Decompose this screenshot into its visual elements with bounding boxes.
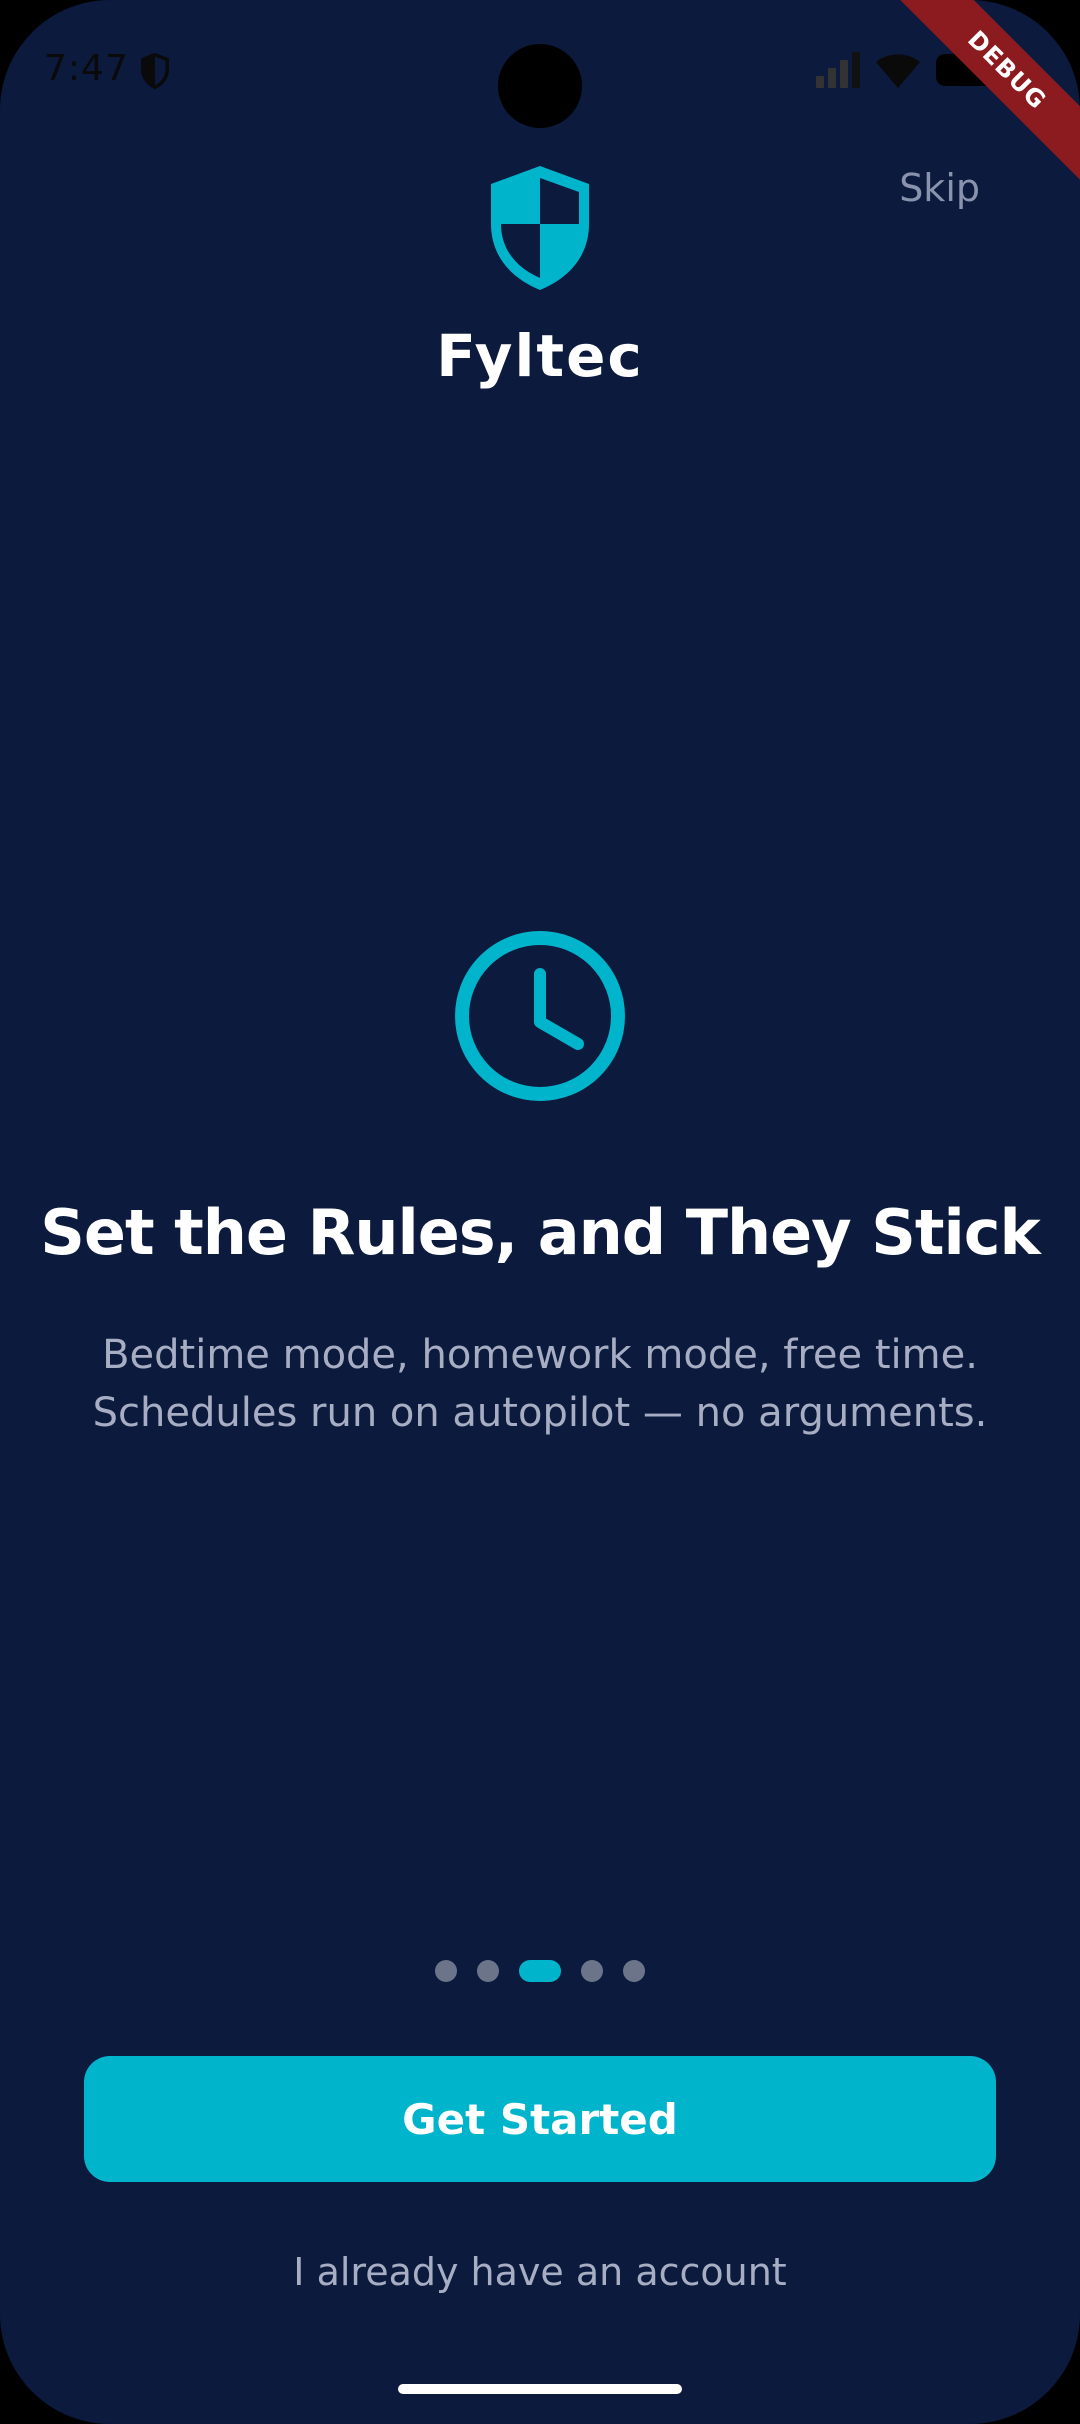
camera-cutout [498, 44, 582, 128]
pagination-dot[interactable] [435, 1960, 457, 1982]
pagination-dot[interactable] [477, 1960, 499, 1982]
brand-logo: Fyltec [0, 160, 1080, 390]
slide-title: Set the Rules, and They Stick [40, 1196, 1041, 1269]
pagination-dot[interactable] [623, 1960, 645, 1982]
existing-account-link[interactable]: I already have an account [0, 2250, 1080, 2294]
signal-icon [816, 52, 860, 88]
pagination-dot[interactable] [581, 1960, 603, 1982]
home-indicator[interactable] [398, 2384, 682, 2394]
shield-icon [141, 52, 169, 90]
slide-description: Bedtime mode, homework mode, free time. … [92, 1332, 988, 1436]
screen: 7:47 DEBUG Skip Fyltec Set the Rules, an [0, 0, 1080, 2424]
pagination-dot-active[interactable] [519, 1960, 561, 1982]
wifi-icon [876, 54, 920, 88]
pagination-dots [0, 1960, 1080, 1982]
status-time: 7:47 [44, 48, 129, 89]
get-started-button[interactable]: Get Started [84, 2056, 996, 2182]
shield-icon [491, 166, 589, 290]
status-bar: 7:47 [0, 0, 1080, 140]
clock-icon [455, 931, 625, 1101]
brand-name: Fyltec [436, 322, 644, 390]
